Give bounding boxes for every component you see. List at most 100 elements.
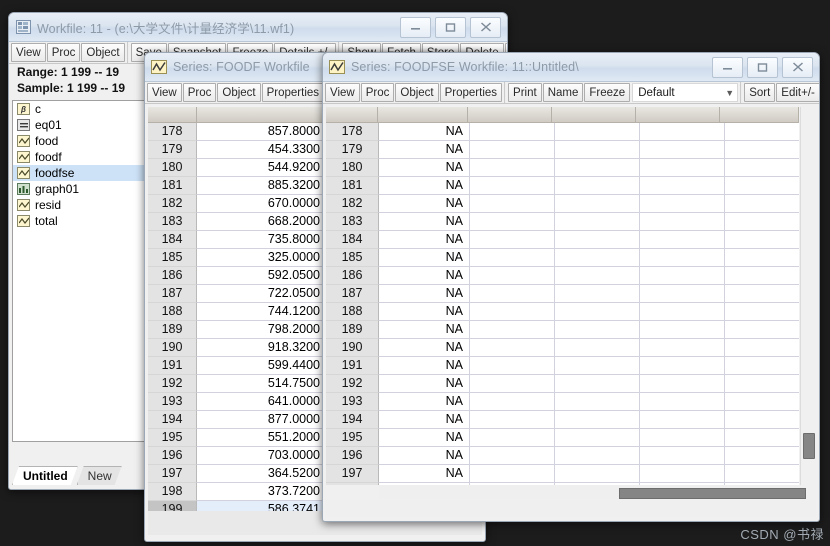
foodfse-toolbar[interactable]: View Proc Object Properties Print Name F… [323, 82, 819, 104]
table-row[interactable]: 188 NA [326, 303, 799, 321]
empty-cell[interactable] [470, 231, 555, 249]
data-cell[interactable]: NA [379, 141, 470, 159]
empty-cell[interactable] [725, 195, 799, 213]
empty-cell[interactable] [640, 249, 725, 267]
data-cell[interactable]: 885.3200 [197, 177, 327, 195]
empty-cell[interactable] [470, 159, 555, 177]
foodfse-vertical-scrollbar[interactable] [800, 107, 816, 485]
data-cell[interactable]: NA [379, 375, 470, 393]
empty-cell[interactable] [555, 429, 640, 447]
empty-cell[interactable] [640, 339, 725, 357]
data-cell[interactable]: 544.9200 [197, 159, 327, 177]
data-cell[interactable]: 599.4400 [197, 357, 327, 375]
data-cell[interactable]: 744.1200 [197, 303, 327, 321]
empty-cell[interactable] [725, 303, 799, 321]
empty-cell[interactable] [555, 267, 640, 285]
empty-cell[interactable] [725, 339, 799, 357]
empty-cell[interactable] [640, 321, 725, 339]
empty-cell[interactable] [725, 213, 799, 231]
foodfse-object-button[interactable]: Object [395, 83, 439, 102]
empty-cell[interactable] [640, 411, 725, 429]
empty-cell[interactable] [555, 159, 640, 177]
data-cell[interactable]: NA [379, 159, 470, 177]
empty-cell[interactable] [640, 465, 725, 483]
vertical-scroll-thumb[interactable] [803, 433, 815, 459]
table-row[interactable]: 182 NA [326, 195, 799, 213]
data-cell[interactable]: 722.0500 [197, 285, 327, 303]
empty-cell[interactable] [555, 375, 640, 393]
table-row[interactable]: 184 NA [326, 231, 799, 249]
foodfse-print-button[interactable]: Print [508, 83, 542, 102]
empty-cell[interactable] [555, 177, 640, 195]
empty-cell[interactable] [725, 123, 799, 141]
data-cell[interactable]: 454.3300 [197, 141, 327, 159]
workfile-page-tabs[interactable]: Untitled New [12, 466, 121, 485]
empty-cell[interactable] [555, 411, 640, 429]
empty-cell[interactable] [640, 285, 725, 303]
foodfse-edit-button[interactable]: Edit+/- [776, 83, 819, 102]
empty-cell[interactable] [640, 303, 725, 321]
foodfse-view-button[interactable]: View [325, 83, 360, 102]
empty-cell[interactable] [725, 249, 799, 267]
empty-cell[interactable] [470, 249, 555, 267]
table-row[interactable]: 195 NA [326, 429, 799, 447]
empty-cell[interactable] [640, 267, 725, 285]
data-cell[interactable]: 592.0500 [197, 267, 327, 285]
empty-cell[interactable] [555, 213, 640, 231]
empty-cell[interactable] [470, 375, 555, 393]
data-cell[interactable]: NA [379, 231, 470, 249]
data-cell[interactable]: NA [379, 123, 470, 141]
data-cell[interactable]: NA [379, 249, 470, 267]
empty-cell[interactable] [470, 141, 555, 159]
table-row[interactable]: 192 NA [326, 375, 799, 393]
foodfse-name-button[interactable]: Name [542, 83, 584, 102]
empty-cell[interactable] [470, 465, 555, 483]
data-cell[interactable]: NA [379, 213, 470, 231]
empty-cell[interactable] [555, 231, 640, 249]
empty-cell[interactable] [555, 393, 640, 411]
table-row[interactable]: 183 NA [326, 213, 799, 231]
table-row[interactable]: 186 NA [326, 267, 799, 285]
foodfse-spreadsheet[interactable]: 178 NA 179 NA 180 NA 181 NA 182 NA 183 NA 184 NA 185 NA… [326, 107, 799, 485]
empty-cell[interactable] [640, 195, 725, 213]
empty-cell[interactable] [725, 267, 799, 285]
table-row[interactable]: 179 NA [326, 141, 799, 159]
workfile-proc-button[interactable]: Proc [46, 43, 81, 62]
data-cell[interactable]: 877.0000 [197, 411, 327, 429]
empty-cell[interactable] [470, 339, 555, 357]
empty-cell[interactable] [555, 357, 640, 375]
foodfse-proc-button[interactable]: Proc [360, 83, 395, 102]
empty-cell[interactable] [725, 447, 799, 465]
foodf-view-button[interactable]: View [147, 83, 182, 102]
empty-cell[interactable] [640, 141, 725, 159]
empty-cell[interactable] [725, 393, 799, 411]
empty-cell[interactable] [470, 303, 555, 321]
empty-cell[interactable] [470, 357, 555, 375]
empty-cell[interactable] [640, 429, 725, 447]
foodfse-sort-button[interactable]: Sort [744, 83, 776, 102]
table-row[interactable]: 185 NA [326, 249, 799, 267]
empty-cell[interactable] [725, 411, 799, 429]
table-row[interactable]: 189 NA [326, 321, 799, 339]
close-button[interactable] [470, 16, 501, 38]
data-cell[interactable]: NA [379, 411, 470, 429]
empty-cell[interactable] [555, 249, 640, 267]
foodfse-freeze-button[interactable]: Freeze [584, 83, 631, 102]
data-cell[interactable]: NA [379, 303, 470, 321]
empty-cell[interactable] [725, 159, 799, 177]
table-row[interactable]: 196 NA [326, 447, 799, 465]
empty-cell[interactable] [640, 375, 725, 393]
table-row[interactable]: 181 NA [326, 177, 799, 195]
data-cell[interactable]: 373.7200 [197, 483, 327, 501]
empty-cell[interactable] [470, 177, 555, 195]
workfile-titlebar[interactable]: Workfile: 11 - (e:\大学文件\计量经济学\11.wf1) [9, 13, 507, 42]
page-tab-untitled[interactable]: Untitled [12, 466, 78, 485]
foodf-object-button[interactable]: Object [217, 83, 261, 102]
data-cell[interactable]: 857.8000 [197, 123, 327, 141]
empty-cell[interactable] [640, 123, 725, 141]
table-row[interactable]: 187 NA [326, 285, 799, 303]
empty-cell[interactable] [725, 465, 799, 483]
data-cell[interactable]: NA [379, 339, 470, 357]
close-button[interactable] [782, 56, 813, 78]
data-cell[interactable]: 668.2000 [197, 213, 327, 231]
